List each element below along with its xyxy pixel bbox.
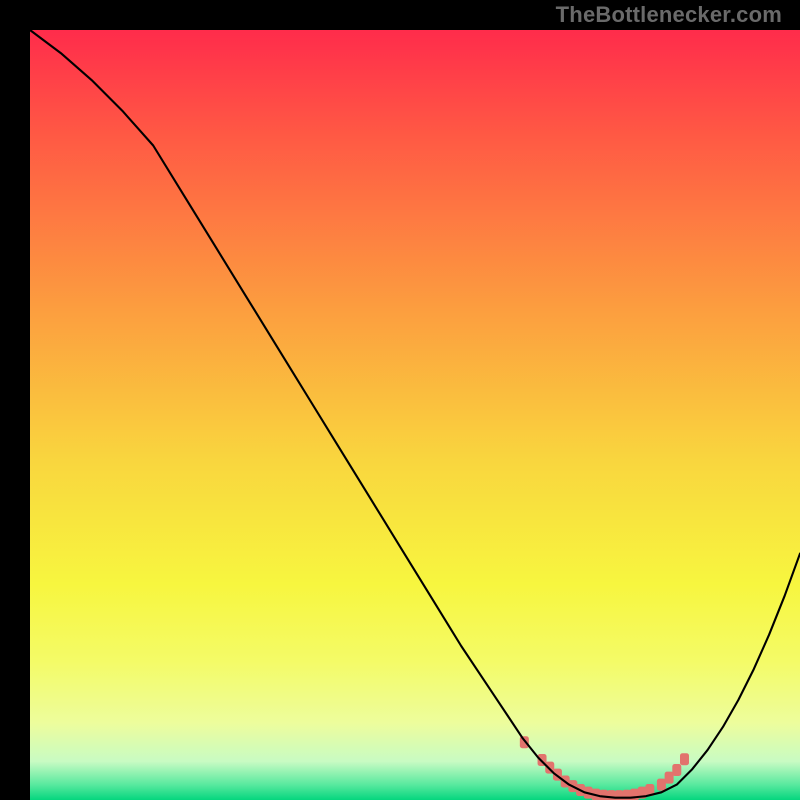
marker-point — [672, 764, 681, 776]
chart-frame — [15, 15, 785, 785]
chart-plot — [30, 30, 800, 800]
chart-background — [30, 30, 800, 800]
marker-point — [680, 753, 689, 765]
marker-point — [665, 772, 674, 784]
marker-point — [599, 790, 608, 800]
marker-point — [657, 779, 666, 791]
watermark-text: TheBottlenecker.com — [556, 2, 782, 28]
marker-point — [520, 736, 529, 748]
